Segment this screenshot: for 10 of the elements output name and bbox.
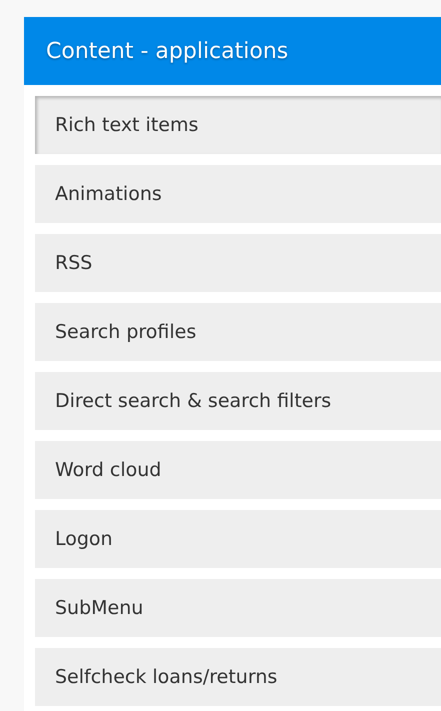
menu-item[interactable]: Rich text items xyxy=(35,96,441,154)
menu-item[interactable]: Animations xyxy=(35,165,441,223)
menu-item[interactable]: Word cloud xyxy=(35,441,441,499)
menu-item[interactable]: Selfcheck loans/returns xyxy=(35,648,441,706)
menu-item[interactable]: Direct search & search filters xyxy=(35,372,441,430)
menu-item[interactable]: SubMenu xyxy=(35,579,441,637)
panel-title: Content - applications xyxy=(46,38,288,66)
menu-item[interactable]: Logon xyxy=(35,510,441,568)
menu-item[interactable]: RSS xyxy=(35,234,441,292)
menu-item[interactable]: Search profiles xyxy=(35,303,441,361)
